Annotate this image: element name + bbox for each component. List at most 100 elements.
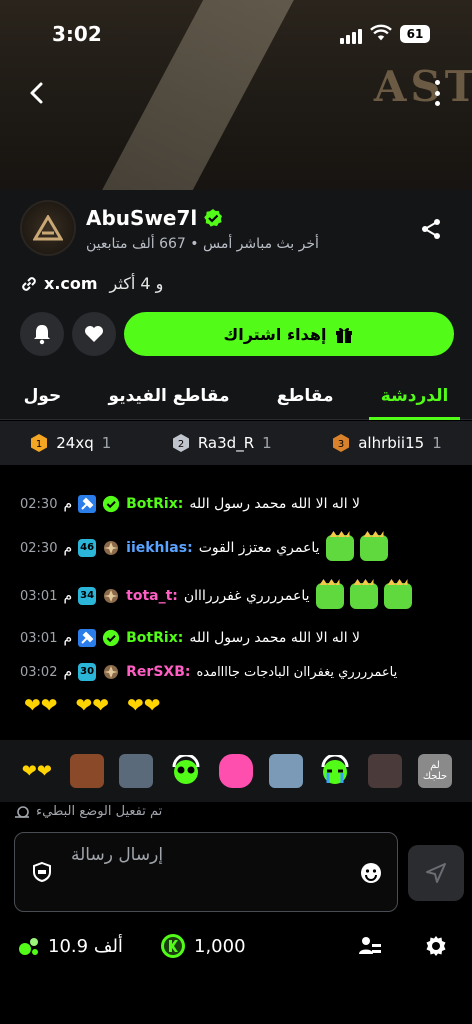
users-icon[interactable]: [358, 934, 382, 958]
chat-message[interactable]: 02:30 م BotRix: لا اله الا الله محمد رسو…: [20, 495, 458, 513]
heart-icon: [85, 326, 103, 342]
wifi-icon: [370, 24, 392, 41]
emoji-picker-icon[interactable]: [359, 861, 383, 885]
chat-input[interactable]: إرسال رسالة: [14, 832, 398, 912]
tab-clips[interactable]: مقاطع: [271, 376, 340, 416]
leaderboard-user: 24xq: [56, 434, 94, 452]
tab-videos[interactable]: مقاطع الفيديو: [103, 376, 236, 416]
channel-name-row: AbuSwe7l: [86, 206, 223, 230]
hearts-emote-icon[interactable]: ❤❤: [20, 754, 54, 788]
crown-emote-icon: [383, 583, 412, 609]
crown-emote-icon: [325, 535, 354, 561]
gift-leaderboard: 1 24xq 1 2 Ra3d_R 1 3 alhrbii15 1: [0, 421, 472, 465]
message-time: 03:01: [20, 630, 58, 646]
chat-feed[interactable]: 02:30 م BotRix: لا اله الا الله محمد رسو…: [0, 465, 472, 740]
message-username[interactable]: iiekhlas:: [126, 540, 193, 556]
message-ampm: م: [63, 664, 73, 680]
channel-links[interactable]: x.com و 4 أكثر: [20, 274, 163, 293]
message-time: 03:02: [20, 664, 58, 680]
crown-emote-icon: [315, 583, 344, 609]
chat-message[interactable]: 03:02 م 30 RerSXB: ياعمرررري يغفراان الب…: [20, 663, 458, 681]
follow-heart-button[interactable]: [72, 312, 116, 356]
more-links[interactable]: و 4 أكثر: [110, 274, 164, 293]
back-arrow-icon[interactable]: [22, 78, 52, 108]
gifter-badge-icon: [104, 589, 119, 603]
channel-tabs: حول مقاطع الفيديو مقاطع الدردشة: [0, 372, 472, 420]
gift-subscription-button[interactable]: إهداء اشتراك: [124, 312, 454, 356]
points-balance-value: 10.9 ألف: [48, 935, 123, 957]
message-text: ياعمري معتزز القوت: [198, 540, 320, 556]
message-username[interactable]: tota_t:: [126, 588, 178, 604]
svg-text:3: 3: [338, 439, 344, 450]
tab-chat[interactable]: الدردشة: [368, 376, 460, 420]
verified-icon: [103, 629, 120, 647]
leaderboard-entry[interactable]: 3 alhrbii15 1: [332, 434, 442, 452]
message-time: 02:30: [20, 540, 58, 556]
send-button[interactable]: [408, 845, 464, 901]
verified-icon: [103, 495, 120, 513]
channel-logo-icon: [33, 215, 63, 241]
channel-avatar[interactable]: [20, 200, 76, 256]
leaderboard-user: Ra3d_R: [197, 434, 255, 452]
verified-icon: [204, 209, 223, 227]
message-text: لا اله الا الله محمد رسول الله: [189, 496, 361, 512]
message-username[interactable]: RerSXB:: [126, 664, 190, 680]
gift-subscription-label: إهداء اشتراك: [223, 324, 327, 344]
leaderboard-user: alhrbii15: [358, 434, 425, 452]
more-options-icon[interactable]: [430, 80, 444, 106]
hearts-emote-icon: ❤❤: [75, 693, 110, 717]
chat-message[interactable]: 03:01 م BotRix: لا اله الا الله محمد رسو…: [20, 629, 458, 647]
alien-face-icon: [172, 755, 200, 784]
chat-message[interactable]: 02:30 م 46 iiekhlas: ياعمري معتزز القوت: [20, 535, 458, 561]
svg-text:2: 2: [178, 439, 184, 450]
status-bar: 3:02 61: [0, 0, 472, 70]
leaderboard-count: 1: [432, 434, 442, 452]
tab-about[interactable]: حول: [18, 376, 68, 416]
send-icon: [426, 863, 446, 883]
laughing-man-emote-icon[interactable]: [69, 754, 104, 788]
signal-icon: [340, 29, 362, 44]
message-time: 03:01: [20, 588, 58, 604]
hearts-emote-icon: ❤❤: [127, 693, 161, 717]
crying-face-icon: [321, 755, 349, 784]
app-root: AST 3:02 61 AbuSwe7l أخر بث مباشر أمس • …: [0, 0, 472, 1024]
rank-3-badge-icon: 3: [333, 434, 350, 452]
shield-icon[interactable]: [31, 861, 53, 883]
message-username[interactable]: BotRix:: [126, 630, 183, 646]
man-emote-icon[interactable]: [368, 754, 403, 788]
battery-indicator: 61: [400, 25, 430, 43]
rank-1-badge-icon: 1: [31, 434, 48, 452]
cat-emote-icon[interactable]: [119, 754, 154, 788]
subscriber-level-badge: 34: [78, 587, 97, 605]
message-username[interactable]: BotRix:: [126, 496, 183, 512]
bell-icon: [34, 325, 50, 345]
green-alien-emote-icon[interactable]: [169, 754, 203, 788]
pink-hands-emote-icon[interactable]: [218, 754, 253, 788]
crying-alien-emote-icon[interactable]: [318, 754, 352, 788]
slow-mode-notice: تم تفعيل الوضع البطيء: [14, 804, 162, 819]
frog-emote-icon[interactable]: [268, 754, 303, 788]
share-icon[interactable]: [420, 218, 442, 240]
points-balance[interactable]: 10.9 ألف: [18, 935, 123, 957]
gifter-badge-icon: [104, 541, 119, 555]
chat-message[interactable]: 03:01 م 34 tota_t: ياعمرررري غفرررااان: [20, 583, 458, 609]
kicks-balance[interactable]: 1,000: [160, 933, 246, 959]
slow-mode-text: تم تفعيل الوضع البطيء: [36, 804, 163, 819]
kicks-balance-value: 1,000: [194, 935, 246, 957]
message-ampm: م: [63, 588, 73, 604]
leaderboard-entry[interactable]: 1 24xq 1: [30, 434, 111, 452]
message-ampm: م: [63, 630, 73, 646]
svg-text:1: 1: [36, 439, 42, 450]
snail-icon: [15, 805, 29, 818]
message-text: ياعمرررري يغفراان البادجات جاااامده: [196, 664, 398, 680]
kick-coin-icon: [161, 934, 185, 958]
message-time: 02:30: [20, 496, 58, 512]
leaderboard-entry[interactable]: 2 Ra3d_R 1: [172, 434, 272, 452]
link-text[interactable]: x.com: [44, 274, 98, 293]
chat-message-emotes: ❤❤ ❤❤ ❤❤: [24, 693, 458, 717]
emote-quick-bar: ❤❤ لم حلجك: [0, 740, 472, 802]
notification-bell-button[interactable]: [20, 312, 64, 356]
text-emote[interactable]: لم حلجك: [418, 754, 452, 788]
status-time: 3:02: [52, 22, 102, 46]
settings-gear-icon[interactable]: [424, 934, 448, 958]
